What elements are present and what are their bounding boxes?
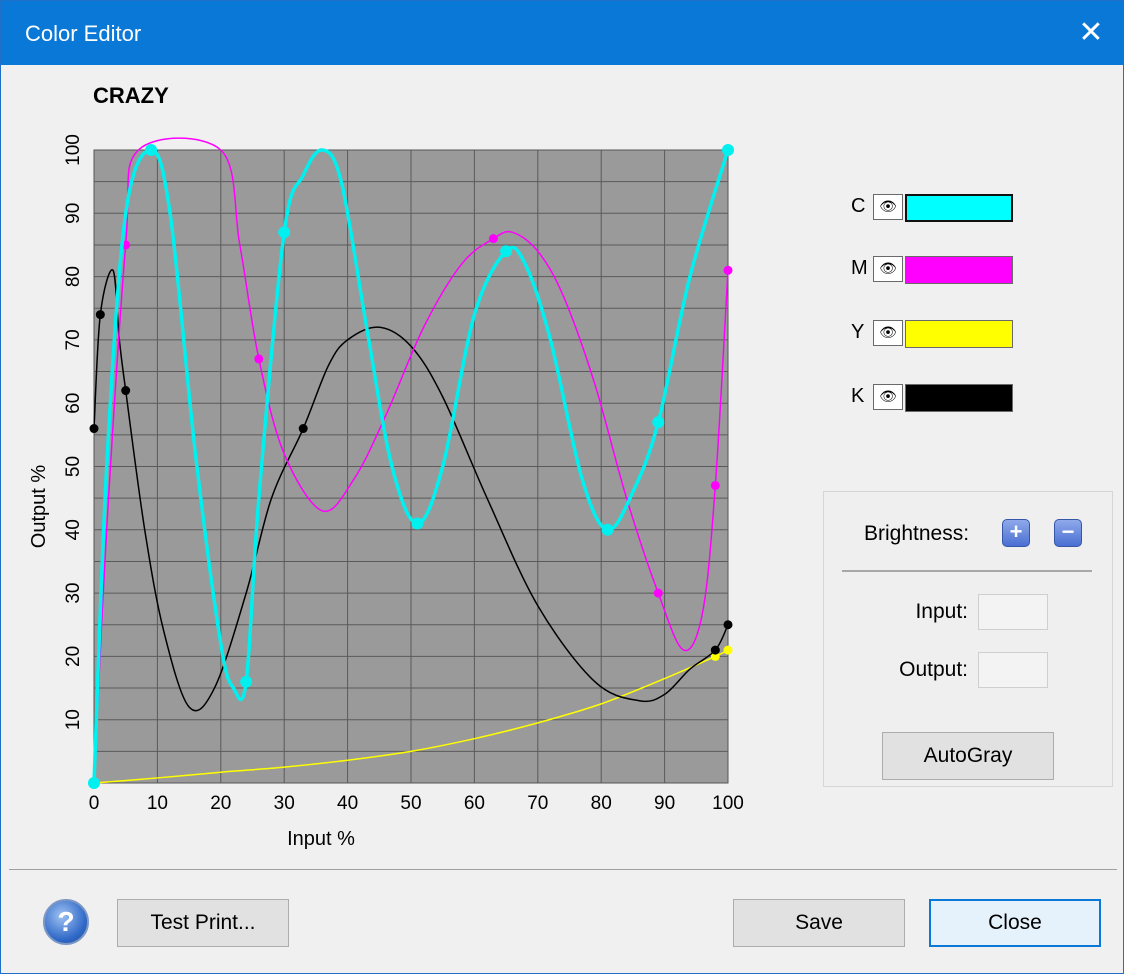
control-point-y bbox=[723, 645, 733, 655]
control-point-c bbox=[88, 777, 100, 789]
control-point-c bbox=[145, 144, 158, 156]
control-point-k bbox=[710, 645, 720, 655]
y-tick-label: 100 bbox=[63, 134, 84, 166]
control-point-c bbox=[240, 675, 253, 688]
x-tick-label: 80 bbox=[591, 793, 612, 814]
control-point-k bbox=[723, 620, 733, 630]
control-point-k bbox=[298, 424, 308, 434]
y-tick-label: 50 bbox=[63, 456, 84, 477]
x-tick-label: 90 bbox=[654, 793, 675, 814]
eye-icon[interactable]: 👁 bbox=[873, 194, 903, 220]
input-field[interactable] bbox=[978, 594, 1048, 630]
save-button[interactable]: Save bbox=[733, 899, 905, 947]
close-button[interactable]: Close bbox=[929, 899, 1101, 947]
control-point-c bbox=[652, 416, 665, 429]
channel-letter: Y bbox=[851, 321, 865, 343]
channel-row-m: M 👁 bbox=[841, 253, 1031, 284]
control-point-m bbox=[723, 265, 733, 275]
x-tick-label: 30 bbox=[274, 793, 295, 814]
input-label: Input: bbox=[915, 600, 968, 623]
x-tick-label: 0 bbox=[89, 793, 100, 814]
y-tick-label: 20 bbox=[63, 646, 84, 667]
control-point-m bbox=[488, 234, 498, 244]
y-tick-label: 60 bbox=[63, 393, 84, 414]
channel-letter: C bbox=[851, 195, 866, 217]
control-point-m bbox=[653, 588, 663, 598]
color-editor-window: Color Editor ✕ CRAZY 0 10 20 30 40 50 60 70 80 90… bbox=[0, 0, 1124, 974]
control-point-c bbox=[411, 517, 424, 530]
close-window-icon[interactable]: ✕ bbox=[1073, 13, 1109, 53]
test-print-button[interactable]: Test Print... bbox=[117, 899, 289, 947]
brightness-plus-button[interactable]: + bbox=[1002, 519, 1030, 547]
eye-icon[interactable]: 👁 bbox=[873, 384, 903, 410]
eye-icon[interactable]: 👁 bbox=[873, 320, 903, 346]
y-tick-label: 70 bbox=[63, 329, 84, 350]
output-label: Output: bbox=[899, 658, 968, 681]
x-tick-label: 20 bbox=[210, 793, 231, 814]
control-point-k bbox=[89, 424, 99, 434]
autogray-button[interactable]: AutoGray bbox=[882, 732, 1054, 780]
control-point-c bbox=[278, 226, 291, 239]
y-tick-label: 80 bbox=[63, 266, 84, 287]
channel-row-k: K 👁 bbox=[841, 381, 1031, 412]
footer-divider bbox=[9, 869, 1117, 870]
x-axis-label: Input % bbox=[287, 828, 355, 850]
channel-row-c: C 👁 bbox=[841, 191, 1031, 222]
window-title: Color Editor bbox=[25, 21, 142, 46]
x-tick-label: 40 bbox=[337, 793, 358, 814]
x-tick-label: 50 bbox=[400, 793, 421, 814]
x-tick-label: 100 bbox=[712, 793, 744, 814]
channel-letter: M bbox=[851, 257, 868, 279]
x-tick-label: 60 bbox=[464, 793, 485, 814]
title-bar: Color Editor ✕ bbox=[1, 1, 1123, 65]
brightness-panel: Brightness: + − Input: Output: AutoGray bbox=[823, 491, 1113, 787]
curve-chart[interactable]: 0 10 20 30 40 50 60 70 80 90 100 10 20 30 40 50 60 70 80 90… bbox=[1, 65, 801, 865]
channel-color-swatch[interactable] bbox=[905, 256, 1013, 284]
y-axis-label: Output % bbox=[28, 465, 50, 549]
y-tick-label: 40 bbox=[63, 519, 84, 540]
x-tick-label: 10 bbox=[147, 793, 168, 814]
x-tick-label: 70 bbox=[527, 793, 548, 814]
output-field[interactable] bbox=[978, 652, 1048, 688]
control-point-c bbox=[500, 245, 513, 258]
control-point-m bbox=[710, 480, 720, 490]
channel-color-swatch[interactable] bbox=[905, 384, 1013, 412]
control-point-c bbox=[601, 523, 614, 536]
help-icon[interactable]: ? bbox=[43, 899, 89, 945]
y-tick-label: 10 bbox=[63, 709, 84, 730]
control-point-m bbox=[254, 354, 264, 364]
control-point-k bbox=[95, 310, 105, 320]
brightness-label: Brightness: bbox=[864, 522, 970, 545]
control-point-k bbox=[121, 386, 131, 396]
control-point-c bbox=[722, 144, 734, 156]
y-tick-label: 90 bbox=[63, 203, 84, 224]
y-tick-label: 30 bbox=[63, 583, 84, 604]
panel-divider bbox=[842, 570, 1092, 572]
channel-color-swatch[interactable] bbox=[905, 194, 1013, 222]
eye-icon[interactable]: 👁 bbox=[873, 256, 903, 282]
channel-letter: K bbox=[851, 385, 865, 407]
channel-row-y: Y 👁 bbox=[841, 317, 1031, 348]
channel-color-swatch[interactable] bbox=[905, 320, 1013, 348]
brightness-minus-button[interactable]: − bbox=[1054, 519, 1082, 547]
